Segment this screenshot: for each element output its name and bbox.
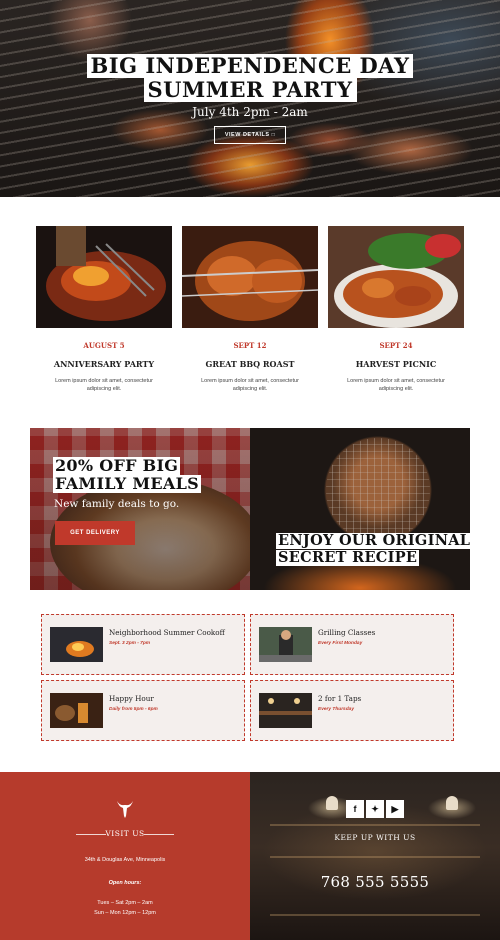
promo-heading-line2: FAMILY MEALS [53,474,201,493]
special-card[interactable]: 2 for 1 Taps Every Thursday [250,680,454,741]
special-when: Sept. 3 2pm - 7pm [109,641,151,646]
taps-thumbnail [259,693,312,728]
pendant-lamp [326,796,338,810]
event-image-roast[interactable] [182,226,318,328]
visit-us-panel: VISIT US 34th & Douglas Ave, Minneapolis… [0,772,250,940]
recipe-heading-line1-wrap: ENJOY OUR ORIGINAL [276,532,470,550]
cookoff-thumbnail [50,627,103,662]
special-title: 2 for 1 Taps [318,694,362,703]
address-text: 34th & Douglas Ave, Minneapolis [84,857,166,863]
event-card: SEPT 24 HARVEST PICNIC Lorem ipsum dolor… [328,226,464,393]
promo-heading-line2-wrap: FAMILY MEALS [53,475,250,494]
promo-heading-line1: 20% OFF BIG [53,456,181,475]
event-card: AUGUST 5 ANNIVERSARY PARTY Lorem ipsum d… [36,226,172,393]
keep-up-panel: f ✦ ▶ KEEP UP WITH US 768 555 5555 [250,772,500,940]
special-when: Every Thursday [318,707,354,712]
hours-line-2: Sun – Mon 12pm – 12pm [94,910,156,916]
special-title: Grilling Classes [318,628,376,637]
bull-logo-icon [117,801,133,818]
event-name: HARVEST PICNIC [355,359,437,369]
event-name: ANNIVERSARY PARTY [53,359,155,369]
special-when: Daily from 5pm - 6pm [109,707,158,712]
hero-title-line1: BIG INDEPENDENCE DAY [86,54,414,78]
grilling-class-thumbnail [259,627,312,662]
event-description: Lorem ipsum dolor sit amet, consectetur … [55,378,153,392]
hero-title-line1-wrap: BIG INDEPENDENCE DAY [0,54,500,78]
event-name: GREAT BBQ ROAST [205,359,295,369]
view-details-label: VIEW DETAILS [224,132,270,138]
special-title: Happy Hour [109,694,154,703]
youtube-icon[interactable]: ▶ [386,800,404,818]
event-image-grill[interactable] [36,226,172,328]
recipe-heading-line2-wrap: SECRET RECIPE [276,549,470,567]
hours-heading: Open hours: [108,880,142,886]
special-when: Every First Monday [318,641,363,646]
event-description: Lorem ipsum dolor sit amet, consectetur … [201,378,299,392]
special-card[interactable]: Neighborhood Summer Cookoff Sept. 3 2pm … [41,614,245,675]
twitter-icon[interactable]: ✦ [366,800,384,818]
promo-section: 20% OFF BIG FAMILY MEALS New family deal… [30,428,470,590]
event-card: SEPT 12 GREAT BBQ ROAST Lorem ipsum dolo… [182,226,318,393]
event-date: SEPT 12 [233,341,267,350]
recipe-heading-line2: SECRET RECIPE [276,549,420,566]
phone-number[interactable]: 768 555 5555 [250,873,500,891]
visit-us-heading: VISIT US [105,829,145,838]
happy-hour-thumbnail [50,693,103,728]
hero-banner: BIG INDEPENDENCE DAY SUMMER PARTY July 4… [0,0,500,197]
grill-grate-image [326,438,430,542]
divider-line [144,834,174,835]
lock-icon: □ [271,132,276,138]
specials-grid: Neighborhood Summer Cookoff Sept. 3 2pm … [41,614,455,745]
secret-recipe-promo: ENJOY OUR ORIGINAL SECRET RECIPE [250,428,470,590]
family-meals-promo: 20% OFF BIG FAMILY MEALS New family deal… [30,428,250,590]
view-details-button[interactable]: VIEW DETAILS □ [214,126,286,144]
promo-subtitle: New family deals to go. [54,498,180,510]
hero-title-line2: SUMMER PARTY [143,78,357,102]
facebook-icon[interactable]: f [346,800,364,818]
hero-title-line2-wrap: SUMMER PARTY [0,78,500,102]
special-title: Neighborhood Summer Cookoff [109,628,225,637]
get-delivery-button[interactable]: GET DELIVERY [55,521,135,545]
recipe-heading-line1: ENJOY OUR ORIGINAL [276,533,470,549]
special-card[interactable]: Happy Hour Daily from 5pm - 6pm [41,680,245,741]
event-date: SEPT 24 [379,341,413,350]
events-section: AUGUST 5 ANNIVERSARY PARTY Lorem ipsum d… [0,197,500,427]
bar-shelf [270,856,480,858]
keep-up-heading: KEEP UP WITH US [334,833,416,842]
bar-counter [270,914,480,916]
bar-shelf [270,824,480,826]
hours-line-1: Tues – Sat 2pm – 2am [97,900,153,906]
event-description: Lorem ipsum dolor sit amet, consectetur … [347,378,445,392]
pendant-lamp [446,796,458,810]
hero-subtitle: July 4th 2pm - 2am [192,105,308,119]
event-image-picnic[interactable] [328,226,464,328]
special-card[interactable]: Grilling Classes Every First Monday [250,614,454,675]
event-date: AUGUST 5 [83,341,125,350]
